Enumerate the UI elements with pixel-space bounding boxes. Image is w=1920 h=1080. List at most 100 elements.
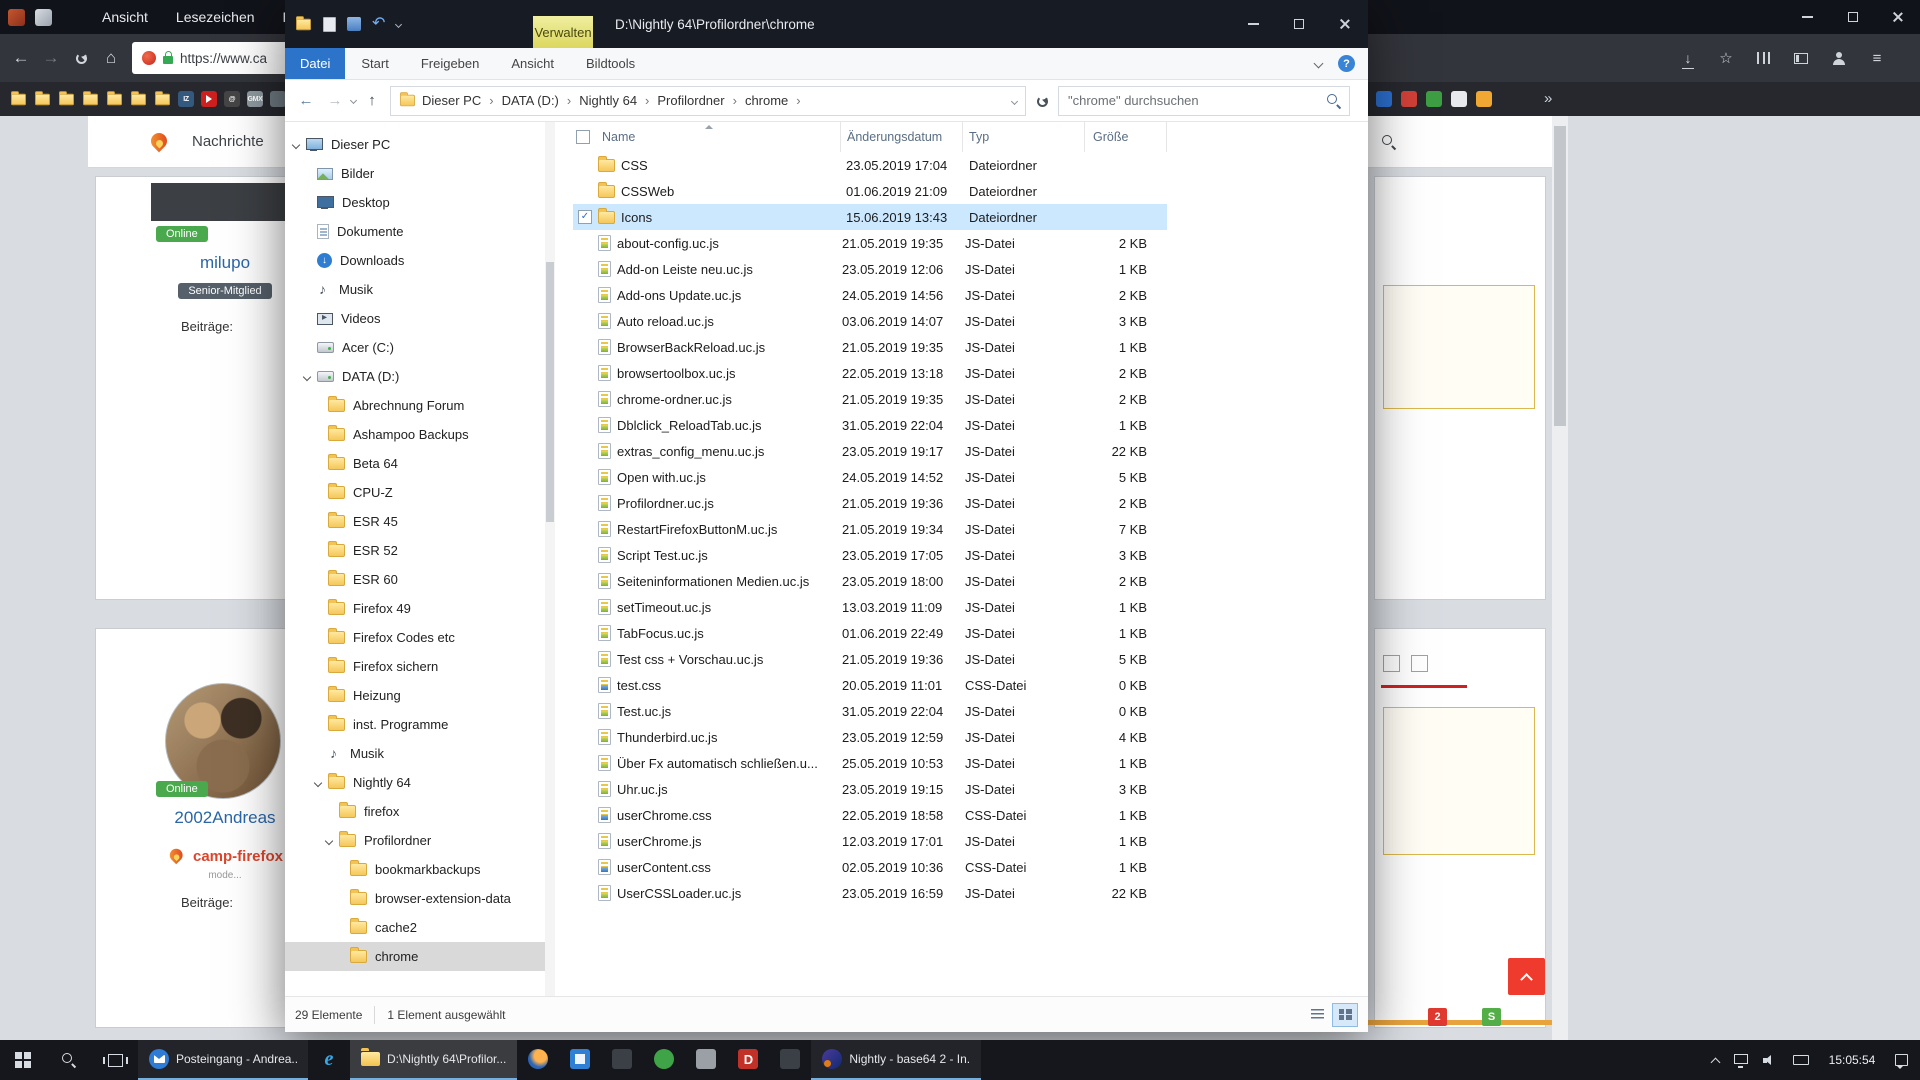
explorer-close-button[interactable] [1322, 0, 1368, 48]
recent-locations-chevron-icon[interactable] [350, 97, 357, 104]
tree-item[interactable]: Videos [285, 304, 555, 333]
file-row[interactable]: ✓ chrome-ordner.uc.js 21.05.2019 19:35 J… [573, 386, 1167, 412]
quick-access-icon-2[interactable] [347, 17, 361, 31]
taskbar-app-button[interactable]: Nightly - base64 2 - In... [811, 1040, 981, 1080]
bookmark-item[interactable] [130, 93, 147, 106]
sidebar-icon[interactable] [1794, 53, 1808, 64]
file-row[interactable]: ✓ test.css 20.05.2019 11:01 CSS-Datei 0 … [573, 672, 1167, 698]
taskbar-app-button[interactable] [643, 1040, 685, 1080]
action-center-icon[interactable] [1895, 1054, 1908, 1066]
column-header-name[interactable]: Name [590, 122, 841, 152]
file-row[interactable]: ✓ Open with.uc.js 24.05.2019 14:52 JS-Da… [573, 464, 1167, 490]
breadcrumb-segment[interactable]: chrome › [745, 93, 809, 108]
attachment-thumb[interactable] [1383, 655, 1400, 672]
downloads-icon[interactable]: ↓ [1681, 50, 1695, 66]
explorer-minimize-button[interactable] [1230, 0, 1276, 48]
explorer-maximize-button[interactable] [1276, 0, 1322, 48]
taskbar-app-button[interactable] [559, 1040, 601, 1080]
ribbon-tab[interactable]: Ansicht [495, 48, 570, 79]
forward-button[interactable]: → [36, 48, 66, 68]
tree-item[interactable]: Musik [285, 739, 555, 768]
bookmark-item[interactable] [10, 93, 27, 106]
select-all-checkbox[interactable] [576, 130, 590, 144]
tree-item[interactable]: CPU-Z [285, 478, 555, 507]
taskbar-app-button[interactable] [685, 1040, 727, 1080]
file-row[interactable]: ✓ Thunderbird.uc.js 23.05.2019 12:59 JS-… [573, 724, 1167, 750]
tree-item[interactable]: inst. Programme [285, 710, 555, 739]
file-row[interactable]: ✓ UserCSSLoader.uc.js 23.05.2019 16:59 J… [573, 880, 1167, 906]
reload-button[interactable] [66, 48, 96, 68]
page-search-icon[interactable] [1382, 135, 1396, 149]
ribbon-tab[interactable]: Bildtools [570, 48, 651, 79]
taskbar-app-button[interactable]: e [308, 1040, 350, 1080]
scrollbar-thumb[interactable] [1554, 126, 1566, 426]
menu-hamburger-icon[interactable]: ≡ [1870, 50, 1884, 67]
bookmark-item[interactable] [34, 93, 51, 106]
help-button[interactable]: ? [1338, 55, 1355, 72]
menu-item[interactable]: Ansicht [88, 0, 162, 34]
file-row[interactable]: ✓ CSS 23.05.2019 17:04 Dateiordner [573, 152, 1167, 178]
taskbar-app-button[interactable]: Posteingang - Andrea... [138, 1040, 308, 1080]
home-button[interactable]: ⌂ [96, 48, 126, 68]
file-row[interactable]: ✓ Test css + Vorschau.uc.js 21.05.2019 1… [573, 646, 1167, 672]
nav-forward-button[interactable]: → [324, 92, 346, 109]
breadcrumb-segment[interactable]: Nightly 64 › [579, 93, 657, 108]
breadcrumb-segment[interactable]: Dieser PC › [422, 93, 502, 108]
breadcrumb-segment[interactable]: Profilordner › [657, 93, 745, 108]
menubar-app-icon-1[interactable] [8, 9, 25, 26]
expand-chevron-icon[interactable] [303, 372, 311, 380]
tree-item[interactable]: bookmarkbackups [285, 855, 555, 884]
network-icon[interactable] [1734, 1054, 1748, 1064]
task-view-button[interactable] [92, 1040, 138, 1080]
tree-item[interactable]: browser-extension-data [285, 884, 555, 913]
taskbar-app-button[interactable]: D [727, 1040, 769, 1080]
search-box[interactable]: "chrome" durchsuchen [1058, 86, 1350, 116]
quick-access-chevron-icon[interactable] [395, 20, 402, 27]
account-icon[interactable] [1832, 52, 1846, 65]
quick-access-icon-1[interactable] [323, 17, 336, 32]
expand-chevron-icon[interactable] [292, 140, 300, 148]
page-scrollbar[interactable] [1552, 116, 1568, 1040]
file-row[interactable]: ✓ userChrome.js 12.03.2019 17:01 JS-Date… [573, 828, 1167, 854]
tree-item[interactable]: Heizung [285, 681, 555, 710]
tree-item[interactable]: Dokumente [285, 217, 555, 246]
tree-item[interactable]: Nightly 64 [285, 768, 555, 797]
tree-item[interactable]: cache2 [285, 913, 555, 942]
scroll-to-top-button[interactable] [1508, 958, 1545, 995]
volume-icon[interactable] [1763, 1054, 1778, 1067]
file-row[interactable]: ✓ Script Test.uc.js 23.05.2019 17:05 JS-… [573, 542, 1167, 568]
bookmark-item[interactable] [270, 91, 286, 107]
file-row[interactable]: ✓ setTimeout.uc.js 13.03.2019 11:09 JS-D… [573, 594, 1167, 620]
tree-item[interactable]: Bilder [285, 159, 555, 188]
file-row[interactable]: ✓ userContent.css 02.05.2019 10:36 CSS-D… [573, 854, 1167, 880]
file-row[interactable]: ✓ Profilordner.uc.js 21.05.2019 19:36 JS… [573, 490, 1167, 516]
file-row[interactable]: ✓ about-config.uc.js 21.05.2019 19:35 JS… [573, 230, 1167, 256]
scrollbar-thumb[interactable] [546, 262, 554, 522]
column-header-date[interactable]: Änderungsdatum [841, 122, 963, 152]
verwalten-context-tab[interactable]: Verwalten [533, 16, 593, 48]
tree-item[interactable]: Acer (C:) [285, 333, 555, 362]
file-row[interactable]: ✓ TabFocus.uc.js 01.06.2019 22:49 JS-Dat… [573, 620, 1167, 646]
firefox-minimize-button[interactable] [1785, 0, 1830, 34]
bookmark-item[interactable] [106, 93, 123, 106]
tree-item[interactable]: Beta 64 [285, 449, 555, 478]
tree-item[interactable]: Downloads [285, 246, 555, 275]
tree-item[interactable]: DATA (D:) [285, 362, 555, 391]
file-row[interactable]: ✓ browsertoolbox.uc.js 22.05.2019 13:18 … [573, 360, 1167, 386]
nav-back-button[interactable]: ← [295, 92, 317, 109]
bookmark-item[interactable] [154, 93, 171, 106]
file-row[interactable]: ✓ BrowserBackReload.uc.js 21.05.2019 19:… [573, 334, 1167, 360]
address-dropdown-chevron-icon[interactable] [1011, 97, 1018, 104]
file-row[interactable]: ✓ Seiteninformationen Medien.uc.js 23.05… [573, 568, 1167, 594]
avatar-image[interactable] [151, 183, 301, 221]
thumbnails-view-button[interactable] [1332, 1003, 1358, 1027]
column-header-type[interactable]: Typ [963, 122, 1085, 152]
bookmark-item[interactable]: @ [224, 91, 240, 107]
ribbon-tab[interactable]: Datei [285, 48, 345, 79]
tree-item[interactable]: ESR 45 [285, 507, 555, 536]
taskbar-search-button[interactable] [46, 1040, 92, 1080]
taskbar-clock[interactable]: 15:05:54 [1824, 1053, 1880, 1067]
file-row[interactable]: ✓ Add-ons Update.uc.js 24.05.2019 14:56 … [573, 282, 1167, 308]
taskbar-app-button[interactable] [601, 1040, 643, 1080]
bookmark-item[interactable] [201, 91, 217, 107]
